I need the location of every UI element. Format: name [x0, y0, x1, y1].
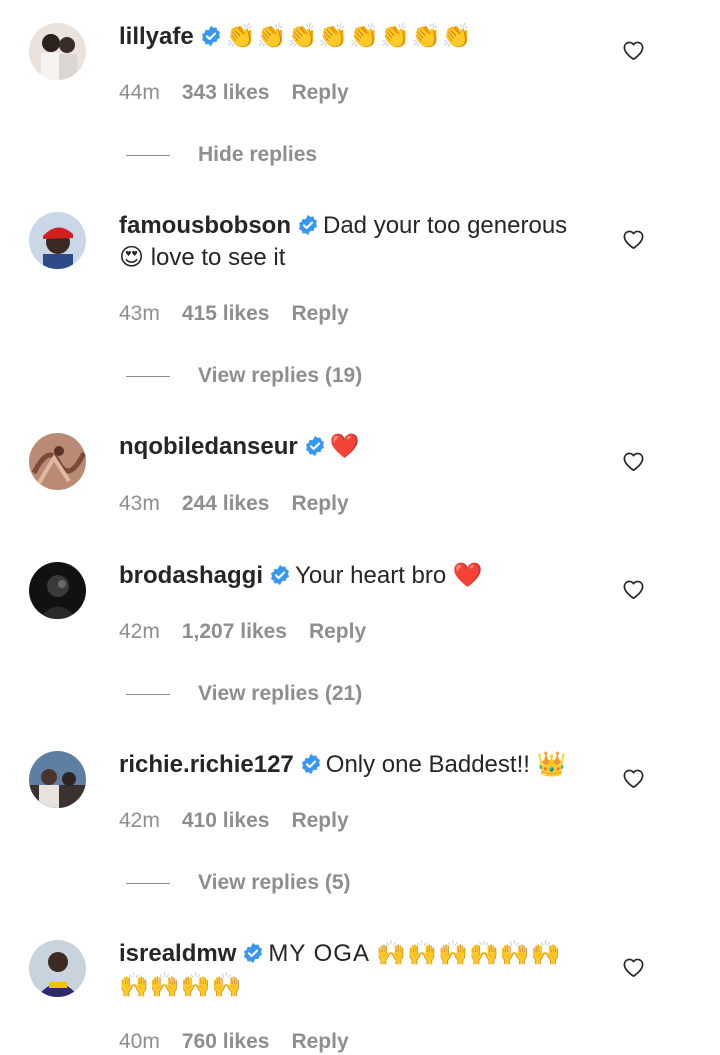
like-count[interactable]: 1,207 likes [182, 619, 287, 645]
comment-meta: 40m 760 likes Reply [119, 1029, 349, 1055]
comment-body: Dad your too generous [323, 212, 568, 239]
username[interactable]: brodashaggi [119, 562, 263, 589]
replies-toggle-label: View replies (5) [198, 871, 351, 894]
view-replies-button[interactable]: View replies (19) [126, 363, 362, 389]
username[interactable]: famousbobson [119, 212, 291, 239]
avatar[interactable] [29, 751, 86, 808]
comment-text: famousbobson Dad your too generous 😍 love … [119, 210, 599, 274]
comment-body: 👏👏👏👏👏👏👏👏 [225, 23, 473, 50]
hide-replies-button[interactable]: Hide replies [126, 142, 317, 168]
username[interactable]: nqobiledanseur [119, 433, 298, 460]
verified-badge-icon [300, 753, 322, 775]
avatar[interactable] [29, 433, 86, 490]
timestamp: 43m [119, 302, 160, 325]
timestamp: 42m [119, 620, 160, 643]
username[interactable]: isrealdmw [119, 940, 236, 967]
username[interactable]: richie.richie127 [119, 751, 294, 778]
heart-outline-icon[interactable] [622, 228, 645, 250]
comment-text: lillyafe 👏👏👏👏👏👏👏👏 [119, 21, 599, 53]
comment-meta: 43m 415 likes Reply [119, 301, 349, 327]
replies-toggle-label: View replies (21) [198, 682, 363, 705]
like-count[interactable]: 415 likes [182, 301, 270, 327]
comment-body: Your heart bro ❤️ [295, 562, 483, 589]
timestamp: 43m [119, 492, 160, 515]
comment-meta: 44m 343 likes Reply [119, 80, 349, 106]
username[interactable]: lillyafe [119, 23, 194, 50]
timestamp: 44m [119, 81, 160, 104]
comment-body: Only one Baddest!! 👑 [325, 751, 567, 778]
avatar[interactable] [29, 940, 86, 997]
comment-meta: 42m 410 likes Reply [119, 808, 349, 834]
view-replies-button[interactable]: View replies (5) [126, 870, 351, 896]
like-count[interactable]: 244 likes [182, 491, 270, 517]
verified-badge-icon [242, 942, 264, 964]
reply-button[interactable]: Reply [291, 491, 348, 517]
verified-badge-icon [200, 25, 222, 47]
like-count[interactable]: 410 likes [182, 808, 270, 834]
divider [126, 154, 170, 156]
verified-badge-icon [269, 564, 291, 586]
comment-meta: 42m 1,207 likes Reply [119, 619, 366, 645]
like-count[interactable]: 343 likes [182, 80, 270, 106]
comment-body: ❤️ [329, 433, 360, 460]
comment-body-line2: 🙌🙌🙌🙌 [119, 972, 243, 999]
heart-outline-icon[interactable] [622, 956, 645, 978]
like-count[interactable]: 760 likes [182, 1029, 270, 1055]
divider [126, 693, 170, 695]
avatar[interactable] [29, 562, 86, 619]
verified-badge-icon [297, 214, 319, 236]
comment-meta: 43m 244 likes Reply [119, 491, 349, 517]
comment-body-line2: 😍 love to see it [119, 244, 286, 271]
replies-toggle-label: View replies (19) [198, 364, 363, 387]
comment-text: richie.richie127 Only one Baddest!! 👑 [119, 749, 599, 781]
comment-text: nqobiledanseur ❤️ [119, 431, 599, 463]
reply-button[interactable]: Reply [291, 80, 348, 106]
avatar[interactable] [29, 212, 86, 269]
timestamp: 42m [119, 809, 160, 832]
reply-button[interactable]: Reply [291, 808, 348, 834]
verified-badge-icon [304, 435, 326, 457]
comment-text: brodashaggi Your heart bro ❤️ [119, 560, 599, 592]
timestamp: 40m [119, 1030, 160, 1053]
reply-button[interactable]: Reply [309, 619, 366, 645]
heart-outline-icon[interactable] [622, 39, 645, 61]
reply-button[interactable]: Reply [291, 301, 348, 327]
reply-button[interactable]: Reply [291, 1029, 348, 1055]
replies-toggle-label: Hide replies [198, 143, 318, 166]
comment-text: isrealdmw MY OGA 🙌🙌🙌🙌🙌🙌 🙌🙌🙌🙌 [119, 938, 599, 1002]
view-replies-button[interactable]: View replies (21) [126, 681, 362, 707]
divider [126, 375, 170, 377]
heart-outline-icon[interactable] [622, 450, 645, 472]
divider [126, 882, 170, 884]
avatar[interactable] [29, 23, 86, 80]
comment-body: MY OGA 🙌🙌🙌🙌🙌🙌 [268, 940, 562, 967]
heart-outline-icon[interactable] [622, 767, 645, 789]
heart-outline-icon[interactable] [622, 578, 645, 600]
